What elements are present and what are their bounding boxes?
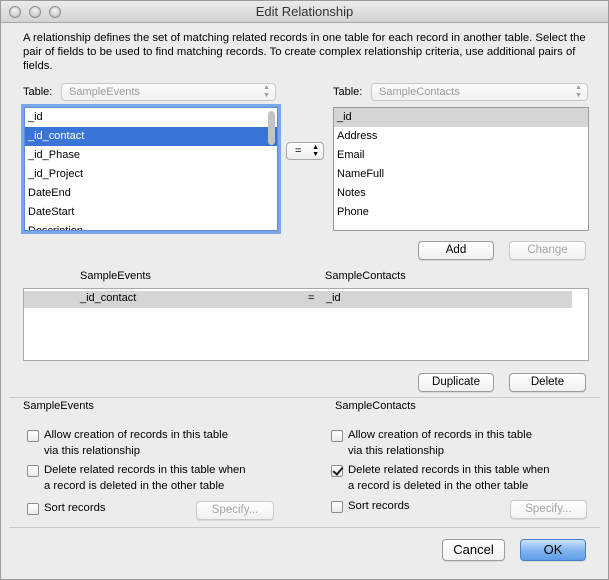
- left-table-popup[interactable]: SampleEvents ▲ ▼: [61, 83, 276, 101]
- right-table-popup[interactable]: SampleContacts ▲ ▼: [371, 83, 588, 101]
- minimize-window-icon[interactable]: [29, 6, 41, 18]
- pair-right-field: _id: [326, 292, 341, 304]
- add-button[interactable]: Add: [418, 241, 494, 260]
- list-item[interactable]: _id: [334, 108, 588, 127]
- window-title: Edit Relationship: [255, 4, 354, 19]
- list-item[interactable]: _id_contact: [25, 127, 277, 146]
- right-sort-records-checkbox[interactable]: [331, 501, 343, 513]
- divider: [9, 397, 600, 398]
- popup-arrows-icon: ▲ ▼: [263, 84, 270, 99]
- list-item[interactable]: Phone: [334, 203, 588, 222]
- column-header-left: SampleEvents: [80, 270, 151, 282]
- left-delete-related-label: Delete related records in this table whe…: [44, 464, 246, 492]
- edit-relationship-dialog: Edit Relationship A relationship defines…: [0, 0, 609, 580]
- right-field-list[interactable]: _id Address Email NameFull Notes Phone: [333, 107, 589, 231]
- ok-button[interactable]: OK: [520, 539, 586, 561]
- change-button[interactable]: Change: [509, 241, 586, 260]
- title-bar: Edit Relationship: [1, 1, 608, 23]
- list-item[interactable]: _id: [25, 108, 277, 127]
- left-specify-button[interactable]: Specify...: [196, 501, 274, 520]
- right-options-heading: SampleContacts: [335, 400, 416, 412]
- divider: [9, 527, 600, 528]
- right-delete-related-checkbox[interactable]: [331, 465, 343, 477]
- left-allow-creation-label: Allow creation of records in this table …: [44, 429, 228, 457]
- left-table-label: Table:: [23, 86, 53, 98]
- right-table-label: Table:: [333, 86, 363, 98]
- list-item[interactable]: _id_Phase: [25, 146, 277, 165]
- popup-arrows-icon: ▲ ▼: [575, 84, 582, 99]
- right-sort-records-label: Sort records: [348, 500, 410, 512]
- left-sort-records-label: Sort records: [44, 502, 106, 514]
- column-header-right: SampleContacts: [325, 270, 406, 282]
- description-text: A relationship defines the set of matchi…: [23, 32, 586, 72]
- list-item[interactable]: Notes: [334, 184, 588, 203]
- right-delete-related-label: Delete related records in this table whe…: [348, 464, 550, 492]
- operator-value: =: [295, 145, 302, 157]
- list-item[interactable]: Email: [334, 146, 588, 165]
- right-table-value: SampleContacts: [379, 86, 460, 98]
- list-item[interactable]: DateStart: [25, 203, 277, 222]
- left-table-value: SampleEvents: [69, 86, 140, 98]
- list-item[interactable]: DateEnd: [25, 184, 277, 203]
- delete-button[interactable]: Delete: [509, 373, 586, 392]
- popup-arrows-icon: ▲ ▼: [312, 144, 319, 158]
- left-list-scrollbar[interactable]: [268, 111, 275, 145]
- left-allow-creation-checkbox[interactable]: [27, 430, 39, 442]
- duplicate-button[interactable]: Duplicate: [418, 373, 494, 392]
- pair-left-field: _id_contact: [80, 292, 137, 304]
- pair-operator: =: [308, 292, 315, 304]
- list-item[interactable]: Description: [25, 222, 277, 230]
- table-row[interactable]: _id_contact = _id: [24, 291, 572, 308]
- list-item[interactable]: Address: [334, 127, 588, 146]
- right-allow-creation-label: Allow creation of records in this table …: [348, 429, 532, 457]
- list-item[interactable]: NameFull: [334, 165, 588, 184]
- close-window-icon[interactable]: [9, 6, 21, 18]
- left-field-list[interactable]: _id _id_contact _id_Phase _id_Project DateEn…: [24, 107, 278, 231]
- right-specify-button[interactable]: Specify...: [510, 500, 587, 519]
- left-sort-records-checkbox[interactable]: [27, 503, 39, 515]
- left-delete-related-checkbox[interactable]: [27, 465, 39, 477]
- list-item[interactable]: _id_Project: [25, 165, 277, 184]
- relationship-pairs-table[interactable]: _id_contact = _id: [23, 288, 589, 361]
- operator-popup[interactable]: = ▲ ▼: [286, 142, 324, 160]
- cancel-button[interactable]: Cancel: [442, 539, 505, 561]
- zoom-window-icon[interactable]: [49, 6, 61, 18]
- right-allow-creation-checkbox[interactable]: [331, 430, 343, 442]
- left-options-heading: SampleEvents: [23, 400, 94, 412]
